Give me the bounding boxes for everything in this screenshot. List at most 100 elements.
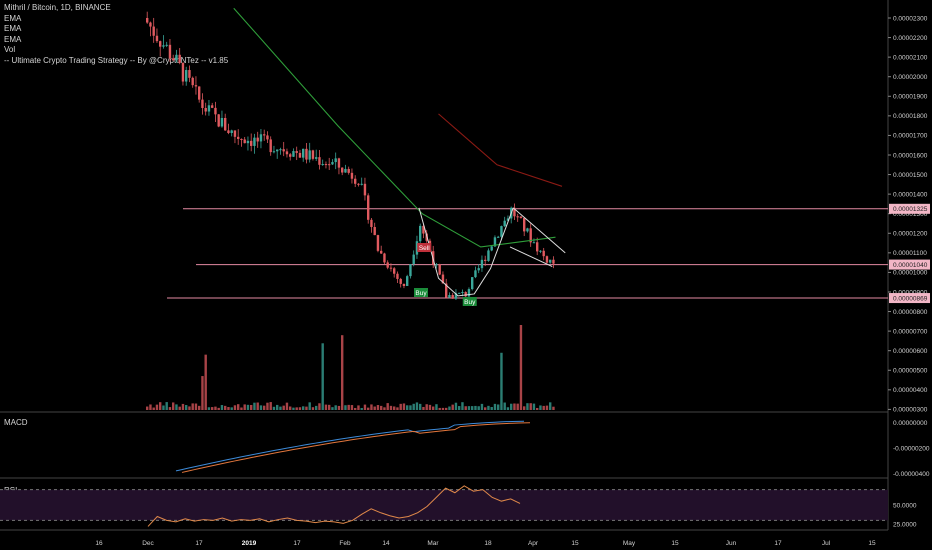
- candle-body[interactable]: [393, 268, 396, 274]
- candle-body[interactable]: [360, 183, 363, 185]
- candle-body[interactable]: [282, 149, 285, 152]
- candle-body[interactable]: [519, 216, 523, 219]
- candle-body[interactable]: [227, 130, 230, 134]
- candle-body[interactable]: [357, 183, 360, 185]
- candle-body[interactable]: [315, 157, 318, 159]
- candle-body[interactable]: [484, 259, 487, 261]
- candle-body[interactable]: [402, 283, 406, 287]
- candle-body[interactable]: [279, 149, 282, 151]
- macd-line[interactable]: [175, 420, 525, 472]
- candle-body[interactable]: [269, 139, 272, 153]
- candle-body[interactable]: [181, 62, 185, 82]
- candle-body[interactable]: [328, 164, 331, 166]
- candle-body[interactable]: [363, 183, 367, 196]
- candle-body[interactable]: [376, 235, 380, 251]
- candle-body[interactable]: [373, 227, 376, 236]
- candle-body[interactable]: [214, 107, 217, 115]
- candle-body[interactable]: [474, 270, 477, 278]
- candle-body[interactable]: [380, 250, 383, 254]
- candle-body[interactable]: [471, 277, 474, 290]
- candle-body[interactable]: [185, 70, 188, 82]
- candle-body[interactable]: [162, 45, 165, 47]
- candle-body[interactable]: [516, 216, 519, 218]
- candle-body[interactable]: [191, 77, 194, 86]
- candle-body[interactable]: [217, 114, 220, 127]
- candle-body[interactable]: [412, 254, 415, 265]
- candle-body[interactable]: [233, 130, 237, 137]
- candle-body[interactable]: [295, 151, 298, 153]
- candle-body[interactable]: [419, 225, 422, 242]
- candle-body[interactable]: [175, 54, 178, 61]
- candle-body[interactable]: [146, 18, 149, 23]
- candle-body[interactable]: [341, 167, 344, 173]
- candle-body[interactable]: [480, 259, 484, 269]
- candle-body[interactable]: [477, 268, 480, 271]
- candle-body[interactable]: [220, 117, 224, 127]
- candle-body[interactable]: [406, 276, 409, 287]
- candle-body[interactable]: [224, 117, 227, 131]
- candle-body[interactable]: [396, 273, 399, 279]
- candle-body[interactable]: [552, 259, 555, 264]
- candle-body[interactable]: [165, 44, 168, 46]
- candle-body[interactable]: [305, 148, 308, 160]
- candle-body[interactable]: [399, 278, 402, 284]
- candle-body[interactable]: [194, 85, 198, 87]
- candle-body[interactable]: [523, 218, 526, 232]
- candle-body[interactable]: [321, 164, 324, 166]
- candle-body[interactable]: [256, 137, 259, 142]
- candle-body[interactable]: [259, 134, 263, 142]
- candle-body[interactable]: [383, 253, 386, 263]
- candle-body[interactable]: [435, 264, 438, 266]
- candle-body[interactable]: [201, 99, 204, 108]
- candle-body[interactable]: [532, 242, 536, 244]
- price-chart[interactable]: 0.00002300 0.00002200 0.00002100 0.00002000…: [0, 0, 932, 550]
- candle-body[interactable]: [149, 22, 152, 27]
- candle-body[interactable]: [289, 154, 292, 157]
- candle-body[interactable]: [386, 262, 389, 268]
- candle-body[interactable]: [246, 140, 250, 144]
- candle-body[interactable]: [549, 259, 552, 263]
- macd-signal-line[interactable]: [181, 422, 531, 473]
- candle-body[interactable]: [253, 137, 256, 146]
- candle-body[interactable]: [168, 44, 172, 59]
- candle-body[interactable]: [324, 164, 328, 166]
- candle-body[interactable]: [438, 264, 441, 275]
- candle-body[interactable]: [308, 150, 311, 160]
- candle-body[interactable]: [318, 157, 321, 165]
- candle-body[interactable]: [409, 264, 412, 277]
- flag-upper-line[interactable]: [512, 207, 566, 254]
- candle-body[interactable]: [272, 151, 276, 153]
- candle-body[interactable]: [350, 172, 354, 179]
- candle-body[interactable]: [490, 246, 493, 251]
- candle-body[interactable]: [250, 140, 253, 146]
- candle-body[interactable]: [331, 162, 334, 165]
- candle-body[interactable]: [276, 149, 279, 152]
- candle-body[interactable]: [458, 292, 461, 294]
- candle-body[interactable]: [503, 220, 506, 227]
- candle-body[interactable]: [188, 70, 191, 78]
- candle-body[interactable]: [266, 135, 269, 140]
- candle-body[interactable]: [497, 236, 500, 238]
- candle-body[interactable]: [172, 58, 175, 61]
- candle-body[interactable]: [237, 136, 240, 139]
- candle-body[interactable]: [159, 41, 162, 47]
- candle-body[interactable]: [152, 26, 155, 36]
- candle-body[interactable]: [292, 151, 295, 157]
- candle-body[interactable]: [344, 168, 347, 173]
- candle-body[interactable]: [487, 250, 490, 261]
- candle-body[interactable]: [370, 219, 373, 228]
- candle-body[interactable]: [347, 168, 350, 173]
- candle-body[interactable]: [285, 151, 289, 155]
- candle-body[interactable]: [464, 292, 467, 297]
- ema-green-line[interactable]: [233, 7, 556, 248]
- candle-body[interactable]: [461, 292, 464, 294]
- candle-body[interactable]: [263, 134, 266, 136]
- candle-body[interactable]: [467, 289, 471, 297]
- candle-body[interactable]: [354, 178, 357, 184]
- candle-body[interactable]: [240, 138, 243, 140]
- candle-body[interactable]: [337, 158, 341, 168]
- candle-body[interactable]: [367, 195, 370, 220]
- candle-body[interactable]: [211, 105, 214, 108]
- candle-body[interactable]: [536, 242, 539, 252]
- candle-body[interactable]: [207, 105, 211, 112]
